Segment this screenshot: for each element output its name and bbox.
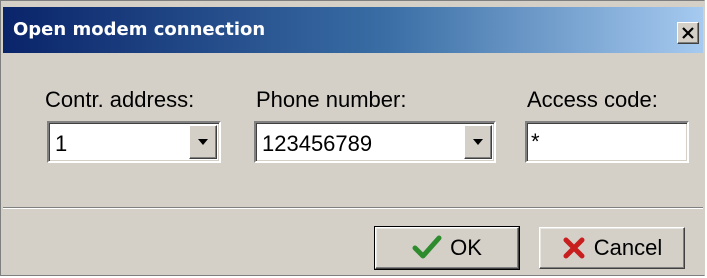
cancel-label: Cancel [593,235,663,260]
access-code-value: * [531,129,540,154]
checkmark-icon [412,235,442,261]
phone-number-value: 123456789 [262,131,373,156]
controller-address-combobox[interactable]: 1 [47,121,221,163]
phone-number-label: Phone number: [256,87,407,112]
access-code-field[interactable]: * [525,121,689,163]
window-title: Open modem connection [13,19,266,40]
phone-number-dropdown-button[interactable] [464,125,492,159]
dialog-footer: OK Cancel [3,209,703,275]
ok-label: OK [450,235,482,260]
access-code-label: Access code: [527,87,658,112]
close-button[interactable] [677,22,699,44]
close-icon [682,27,694,39]
cancel-button[interactable]: Cancel [539,227,685,269]
controller-address-dropdown-button[interactable] [189,125,217,159]
controller-address-value: 1 [55,131,68,156]
ok-button[interactable]: OK [374,226,520,270]
phone-number-combobox[interactable]: 123456789 [254,121,496,163]
connection-form: Contr. address: 1 Phone number: 12345678… [3,53,703,189]
x-icon [562,236,586,260]
chevron-down-icon [472,133,484,151]
title-bar[interactable]: Open modem connection [3,7,703,53]
chevron-down-icon [197,133,209,151]
controller-address-label: Contr. address: [45,87,195,112]
modem-connection-dialog: Open modem connection Contr. address: 1 … [0,0,705,276]
